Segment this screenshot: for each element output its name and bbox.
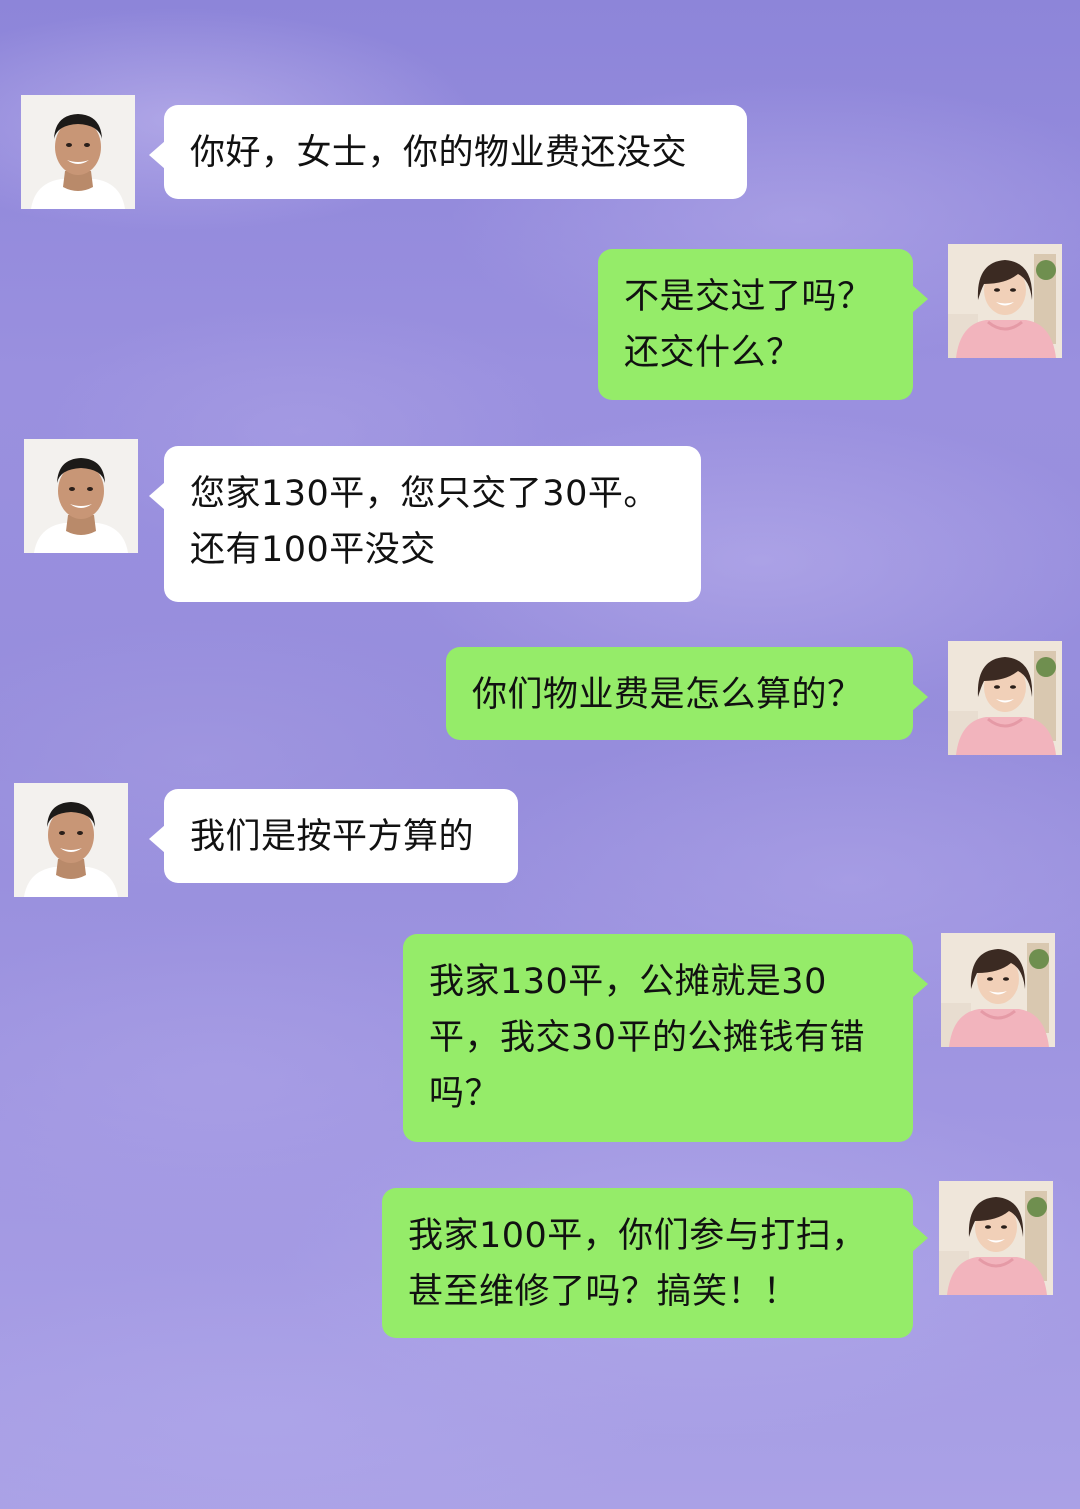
message-bubble-incoming[interactable]: 您家130平，您只交了30平。 还有100平没交 <box>149 446 701 602</box>
message-bubble-outgoing[interactable]: 不是交过了吗？ 还交什么？ <box>598 249 928 400</box>
message-text: 您家130平，您只交了30平。 还有100平没交 <box>190 474 659 570</box>
message-text: 我们是按平方算的 <box>190 817 475 857</box>
message-text: 我家130平，公摊就是30 平，我交30平的公摊钱有错 吗？ <box>429 962 866 1114</box>
message-bubble-outgoing[interactable]: 我家130平，公摊就是30 平，我交30平的公摊钱有错 吗？ <box>403 934 928 1142</box>
woman-avatar-icon[interactable] <box>948 244 1062 358</box>
man-avatar-icon[interactable] <box>14 783 128 897</box>
message-text: 不是交过了吗？ 还交什么？ <box>624 277 873 373</box>
man-avatar-icon[interactable] <box>24 439 138 553</box>
woman-avatar-icon[interactable] <box>939 1181 1053 1295</box>
message-text: 你好，女士，你的物业费还没交 <box>190 133 688 173</box>
woman-avatar-icon[interactable] <box>948 641 1062 755</box>
message-text: 你们物业费是怎么算的？ <box>472 675 863 715</box>
woman-avatar-icon[interactable] <box>941 933 1055 1047</box>
chat-area: 你好，女士，你的物业费还没交 不是交过了吗？ 还交什么？ 您家130平，您只交了… <box>0 0 1080 1509</box>
message-text: 我家100平，你们参与打扫， 甚至维修了吗？搞笑！！ <box>408 1216 867 1312</box>
message-bubble-incoming[interactable]: 我们是按平方算的 <box>149 789 518 883</box>
message-bubble-incoming[interactable]: 你好，女士，你的物业费还没交 <box>149 105 747 199</box>
message-bubble-outgoing[interactable]: 我家100平，你们参与打扫， 甚至维修了吗？搞笑！！ <box>382 1188 928 1338</box>
message-bubble-outgoing[interactable]: 你们物业费是怎么算的？ <box>446 647 928 740</box>
man-avatar-icon[interactable] <box>21 95 135 209</box>
